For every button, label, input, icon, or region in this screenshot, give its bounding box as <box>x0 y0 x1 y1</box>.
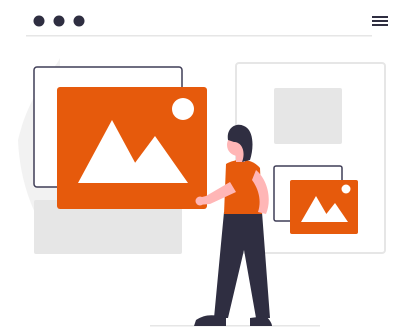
window-dot-icon <box>73 15 85 27</box>
small-image-card[interactable] <box>290 180 358 234</box>
window-dot-icon <box>33 15 45 27</box>
hamburger-menu-icon[interactable] <box>372 16 388 26</box>
person-shoe-left <box>194 315 226 326</box>
person-hand <box>195 196 205 206</box>
floor-line <box>150 325 320 327</box>
person-legs <box>214 212 270 318</box>
image-gallery-illustration <box>18 15 388 327</box>
right-placeholder-block <box>274 88 342 144</box>
illustration-canvas <box>0 0 398 331</box>
large-image-card[interactable] <box>57 87 207 209</box>
top-divider <box>26 35 372 37</box>
window-controls <box>33 15 85 27</box>
window-dot-icon <box>53 15 65 27</box>
